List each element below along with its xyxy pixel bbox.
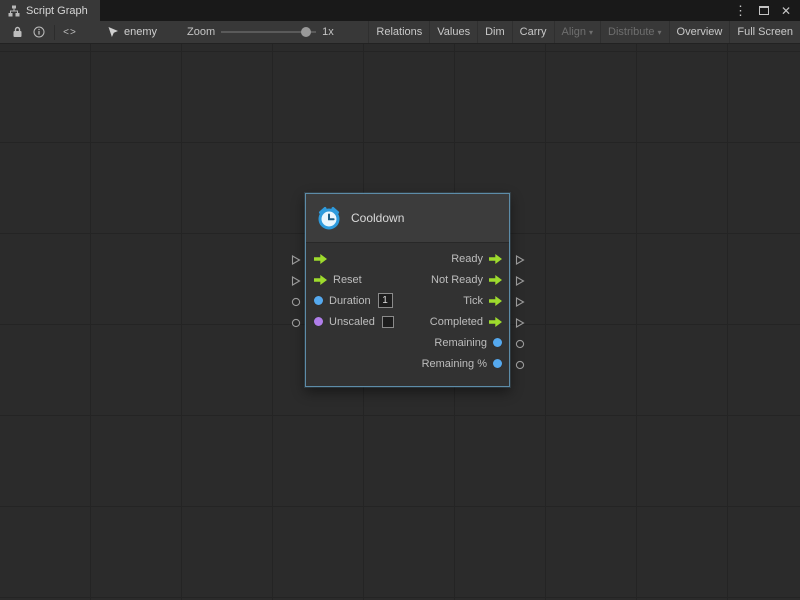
cooldown-node[interactable]: Cooldown Ready Reset Not Ready Duration Tick… <box>305 193 510 387</box>
outer-value-socket-remaining[interactable] <box>515 339 525 349</box>
toolbar-button-relations[interactable]: Relations <box>368 21 429 43</box>
flow-arrow-icon <box>489 296 502 306</box>
close-icon[interactable]: ✕ <box>781 4 791 18</box>
toolbar-button-align[interactable]: Align▾ <box>554 21 600 43</box>
cooldown-node-header[interactable]: Cooldown <box>306 194 509 243</box>
outer-flow-socket-ready[interactable] <box>515 255 525 265</box>
tab-title: Script Graph <box>26 5 88 17</box>
toolbar-button-full-screen[interactable]: Full Screen <box>729 21 800 43</box>
port-row: Ready <box>306 248 509 269</box>
output-port-ready[interactable]: Ready <box>451 253 502 265</box>
input-port-label: Unscaled <box>329 316 375 328</box>
maximize-icon[interactable] <box>759 6 769 15</box>
outer-flow-socket-reset[interactable] <box>291 276 301 286</box>
value-port-icon <box>493 338 502 347</box>
port-row: Remaining % <box>306 353 509 374</box>
flow-arrow-icon <box>314 275 327 285</box>
lock-icon[interactable] <box>6 21 28 43</box>
menu-icon[interactable]: ⋮ <box>734 4 747 17</box>
flow-arrow-icon <box>489 254 502 264</box>
flow-arrow-icon <box>489 275 502 285</box>
output-port-label: Tick <box>463 295 483 307</box>
port-row: Unscaled Completed <box>306 311 509 332</box>
duration-field[interactable] <box>378 293 393 308</box>
code-icon[interactable]: <> <box>59 21 81 43</box>
input-port-label: Reset <box>333 274 362 286</box>
graph-toolbar: <> enemy Zoom 1x RelationsValuesDimCarry… <box>0 21 800 44</box>
zoom-slider-handle[interactable] <box>301 27 311 37</box>
graph-breadcrumb[interactable]: enemy <box>107 26 157 38</box>
flow-arrow-icon <box>489 317 502 327</box>
zoom-value: 1x <box>322 26 334 38</box>
output-port-remaining[interactable]: Remaining % <box>422 358 502 370</box>
graph-name-label: enemy <box>124 26 157 38</box>
port-row: Reset Not Ready <box>306 269 509 290</box>
toolbar-button-carry[interactable]: Carry <box>512 21 554 43</box>
window-controls: ⋮ ✕ <box>734 0 800 21</box>
input-port-label: Duration <box>329 295 371 307</box>
outer-flow-socket-tick[interactable] <box>515 297 525 307</box>
info-icon[interactable] <box>28 21 50 43</box>
node-title: Cooldown <box>351 211 404 225</box>
outer-flow-socket-not-ready[interactable] <box>515 276 525 286</box>
toolbar-button-group: RelationsValuesDimCarryAlign▾Distribute▾… <box>368 21 800 43</box>
value-port-icon <box>493 359 502 368</box>
value-port-icon <box>314 317 323 326</box>
outer-value-socket-duration[interactable] <box>291 297 301 307</box>
zoom-slider[interactable] <box>221 25 316 39</box>
input-port-reset[interactable]: Reset <box>314 274 362 286</box>
tab-script-graph[interactable]: Script Graph <box>0 0 100 21</box>
cooldown-node-body: Ready Reset Not Ready Duration Tick Unscaled C… <box>306 243 509 386</box>
output-port-not-ready[interactable]: Not Ready <box>431 274 502 286</box>
output-port-remaining[interactable]: Remaining <box>434 337 502 349</box>
input-port-duration[interactable]: Duration <box>314 293 393 308</box>
output-port-completed[interactable]: Completed <box>430 316 502 328</box>
toolbar-button-dim[interactable]: Dim <box>477 21 512 43</box>
zoom-label: Zoom <box>187 26 215 38</box>
output-port-label: Remaining % <box>422 358 487 370</box>
outer-flow-socket-completed[interactable] <box>515 318 525 328</box>
cooldown-node-wrap: Cooldown Ready Reset Not Ready Duration Tick… <box>305 193 510 387</box>
value-port-icon <box>314 296 323 305</box>
dropdown-caret-icon: ▾ <box>589 28 593 37</box>
toolbar-button-values[interactable]: Values <box>429 21 477 43</box>
window-tab-bar: Script Graph ⋮ ✕ <box>0 0 800 21</box>
toolbar-button-overview[interactable]: Overview <box>669 21 730 43</box>
toolbar-divider <box>54 25 55 40</box>
flow-arrow-icon <box>314 254 327 264</box>
output-port-label: Not Ready <box>431 274 483 286</box>
outer-value-socket-remaining[interactable] <box>515 360 525 370</box>
output-port-tick[interactable]: Tick <box>463 295 502 307</box>
alarm-clock-icon <box>316 205 342 231</box>
graph-pointer-icon <box>107 26 119 38</box>
input-port-unscaled[interactable]: Unscaled <box>314 316 394 328</box>
output-port-label: Ready <box>451 253 483 265</box>
dropdown-caret-icon: ▾ <box>658 28 662 37</box>
output-port-label: Completed <box>430 316 483 328</box>
script-graph-icon <box>8 5 20 17</box>
output-port-label: Remaining <box>434 337 487 349</box>
outer-value-socket-unscaled[interactable] <box>291 318 301 328</box>
port-row: Duration Tick <box>306 290 509 311</box>
input-port-flow[interactable] <box>314 254 327 264</box>
port-row: Remaining <box>306 332 509 353</box>
toolbar-button-distribute[interactable]: Distribute▾ <box>600 21 668 43</box>
unscaled-checkbox[interactable] <box>382 316 394 328</box>
graph-canvas[interactable]: Cooldown Ready Reset Not Ready Duration Tick… <box>0 44 800 600</box>
outer-flow-socket-flow[interactable] <box>291 255 301 265</box>
